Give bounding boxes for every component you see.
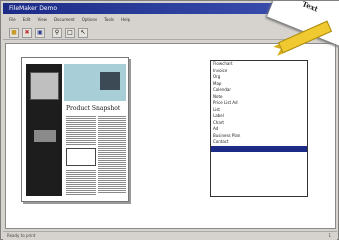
menu-edit[interactable]: Edit xyxy=(23,15,31,24)
folder-icon: ■ xyxy=(11,28,17,36)
document-area: Product Snapshot Flowchart Invoice Org M… xyxy=(5,43,336,229)
menu-help[interactable]: Help xyxy=(121,15,130,24)
app-window: FileMaker Demo File Edit View Document O… xyxy=(0,0,339,240)
dark-column xyxy=(26,64,62,196)
magnifier-icon: ⚲ xyxy=(54,28,60,36)
text-column xyxy=(66,115,96,145)
window-title: FileMaker Demo xyxy=(9,5,58,12)
menu-document[interactable]: Document xyxy=(54,15,75,24)
fit-button[interactable]: □ xyxy=(65,27,75,38)
header-panel xyxy=(64,64,126,101)
status-bar: Ready to print 1 xyxy=(3,231,337,240)
preview-image xyxy=(30,72,59,100)
zoom-button[interactable]: ⚲ xyxy=(52,27,62,38)
corner-text: Text xyxy=(300,1,320,14)
status-page: 1 xyxy=(328,233,331,238)
page-icon: □ xyxy=(67,28,73,36)
disk-icon: ▣ xyxy=(37,28,43,36)
save-button[interactable]: ▣ xyxy=(35,27,45,38)
pointer-icon: ↖ xyxy=(80,28,86,36)
page-preview[interactable]: Product Snapshot xyxy=(21,57,129,202)
tool-button[interactable]: ↖ xyxy=(78,27,88,38)
close-button[interactable]: ✖ xyxy=(22,27,32,38)
menu-tools[interactable]: Tools xyxy=(104,15,114,24)
header-photo xyxy=(100,72,120,90)
menu-options[interactable]: Options xyxy=(82,15,97,24)
menu-file[interactable]: File xyxy=(9,15,16,24)
open-button[interactable]: ■ xyxy=(9,27,19,38)
list-item-selected[interactable] xyxy=(211,145,307,152)
text-column xyxy=(66,169,96,195)
page-headline: Product Snapshot xyxy=(66,105,121,112)
menu-view[interactable]: View xyxy=(37,15,47,24)
text-column xyxy=(98,115,126,193)
template-list[interactable]: Flowchart Invoice Org Map Calendar Note … xyxy=(210,60,308,197)
inset-box xyxy=(66,148,96,166)
status-text: Ready to print xyxy=(7,233,36,238)
close-icon: ✖ xyxy=(24,28,30,36)
corner-overlay: Text xyxy=(256,1,339,61)
preview-image-small xyxy=(34,130,56,142)
